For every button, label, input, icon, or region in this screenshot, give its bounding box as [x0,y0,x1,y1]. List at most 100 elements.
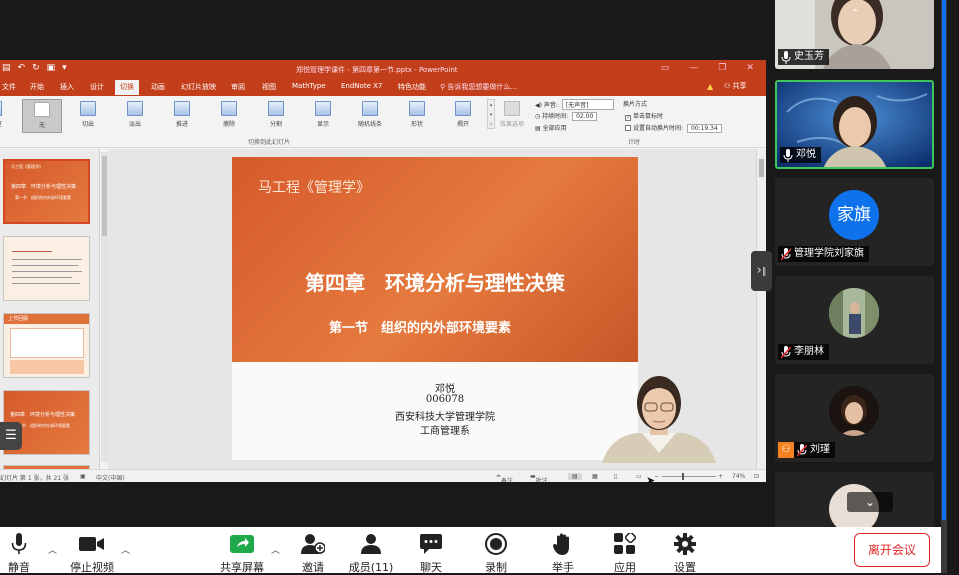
invite-button[interactable]: 邀请 [288,529,338,574]
after-time-input[interactable]: 00:19.34 [686,124,722,133]
video-tile-shi-yufang[interactable]: 史玉芳 ⌃ [775,0,934,69]
tab-animations[interactable]: 动画 [151,82,165,92]
transition-split[interactable]: 分割 [256,99,296,133]
video-tile-partial[interactable]: ⌄ [775,472,934,532]
tab-design[interactable]: 设计 [90,82,104,92]
effect-options-button[interactable]: 效果选项 [498,99,526,133]
save-icon[interactable]: ▤ [2,64,11,73]
sorter-view-icon[interactable]: ▦ [592,473,598,480]
slide-thumbnail-1[interactable]: 马工程《管理学》 第四章 环境分析与理性决策 第一节 组织的内外部环境要素 [3,159,90,224]
notes-button[interactable]: ≐ 备注 [496,473,513,482]
transition-fade[interactable]: 淡出 [115,99,155,133]
duration-input[interactable]: 02.00 [572,112,598,121]
tab-home[interactable]: 开始 [30,82,44,92]
apps-button[interactable]: 应用 [600,529,650,574]
tab-insert[interactable]: 插入 [60,82,74,92]
tab-view[interactable]: 视图 [262,82,276,92]
zoom-in-icon[interactable]: + [718,473,723,480]
microphone-muted-icon [796,443,808,457]
transition-label: 推进 [175,121,188,128]
redo-icon[interactable]: ↻ [32,64,40,73]
chevron-down-icon[interactable]: ⌄ [847,492,893,512]
sound-icon: ◀) [535,102,542,109]
tab-transitions[interactable]: 切换 [115,80,139,95]
close-icon[interactable]: ✕ [746,63,754,73]
transition-label: 淡出 [128,121,141,128]
language[interactable]: 中文(中国) [96,473,125,482]
transition-reveal[interactable]: 显示 [303,99,343,133]
comments-button[interactable]: ▬ 批注 [530,473,548,482]
transition-random-bars[interactable]: 随机线条 [350,99,390,133]
zoom-slider-thumb[interactable] [682,473,684,480]
warning-icon[interactable]: ▲ [707,82,713,91]
transition-wipe[interactable]: 擦除 [209,99,249,133]
collapse-gallery-button[interactable]: ›‖ [751,251,772,291]
transition-cut[interactable]: 切出 [68,99,108,133]
video-tile-liu-jiaqi[interactable]: 家旗 管理学院刘家旗 [775,178,934,266]
presenter-figure [602,376,716,463]
on-click-checkbox[interactable]: ✓ 单击鼠标时 [625,111,663,121]
tab-slideshow[interactable]: 幻灯片放映 [181,82,216,92]
apps-icon [600,533,650,555]
tell-me-text: 告诉我您想要做什么... [447,83,518,91]
side-menu-handle[interactable]: ☰ [0,422,22,450]
apply-all-icon: ▤ [535,125,541,132]
transition-uncover[interactable]: 揭开 [443,99,483,133]
zoom-percent[interactable]: 74% [732,473,745,480]
settings-button[interactable]: 设置 [660,529,710,574]
gallery-scrollbar[interactable] [941,0,947,573]
participants-button[interactable]: 成员(11) [346,529,396,574]
tell-me-search[interactable]: ⚲ 告诉我您想要做什么... [440,82,517,92]
participant-namebar: 史玉芳 [778,49,829,65]
transition-cut-icon [80,101,96,116]
video-tile-deng-yue[interactable]: 邓悦 [775,80,934,169]
fit-slide-icon[interactable]: ⊡ [754,473,759,480]
undo-icon[interactable]: ↶ [18,64,26,73]
share-screen-button[interactable]: 共享屏幕 [217,529,267,574]
thumb-sub: 第一节 组织的内外部环境要素 [14,423,70,428]
transition-push[interactable]: 推进 [162,99,202,133]
transition-shape[interactable]: 形状 [397,99,437,133]
sound-dropdown[interactable]: [无声音] [561,99,614,110]
reading-view-icon[interactable]: ▯ [614,473,617,480]
slideshow-view-icon[interactable]: ▭ [636,473,642,480]
tab-review[interactable]: 审阅 [231,82,245,92]
microphone-icon [783,148,793,162]
slide-thumbnail-3[interactable]: 上节回顾 [3,313,90,378]
record-button[interactable]: 录制 [471,529,521,574]
slide-scrollbar[interactable] [756,149,766,469]
preview-icon [0,101,2,116]
tab-endnote[interactable]: EndNote X7 [341,82,382,90]
transition-push-icon [174,101,190,116]
present-icon[interactable]: ▣ [47,64,56,73]
tab-features[interactable]: 特色功能 [398,82,426,92]
share-button[interactable]: ⚇ 共享 [724,81,747,91]
minimize-icon[interactable]: — [689,63,698,73]
after-checkbox[interactable]: 设置自动换片时间: 00:19.34 [625,123,722,133]
tab-mathtype[interactable]: MathType [292,82,326,90]
ribbon-display-icon[interactable]: ▭ [661,63,670,73]
apply-all-button[interactable]: ▤ 全部应用 [535,123,567,132]
chevron-up-icon[interactable]: ︿ [48,543,57,556]
raise-hand-button[interactable]: 举手 [538,529,588,574]
video-tile-li-penglin[interactable]: 李朋林 [775,276,934,364]
slide-thumbnail-2[interactable] [3,236,90,301]
video-tile-liu-jin[interactable]: ⚇ 刘瑾 [775,374,934,462]
chat-button[interactable]: 聊天 [406,529,456,574]
chevron-up-icon[interactable]: ︿ [121,543,130,556]
tab-file[interactable]: 文件 [2,82,16,92]
transition-none[interactable]: 无 [22,99,62,133]
gallery-scroll[interactable]: ▴ ▾ ▿ [487,99,495,129]
stop-video-button[interactable]: 停止视频 [67,529,117,574]
thumbnails-scrollbar[interactable] [101,152,108,462]
normal-view-icon[interactable]: ▤ [568,473,582,480]
mute-button[interactable]: 静音 [0,529,44,574]
restore-icon[interactable]: ❐ [718,63,726,73]
leave-meeting-button[interactable]: 离开会议 [854,533,930,567]
preview-button[interactable]: 预览 [0,99,10,133]
spellcheck-icon[interactable]: ▣ [80,473,86,480]
zoom-slider[interactable] [662,476,716,477]
customize-qat-icon[interactable]: ▾ [62,64,67,73]
chevron-up-icon[interactable]: ⌃ [851,8,859,19]
chevron-up-icon[interactable]: ︿ [271,543,280,556]
